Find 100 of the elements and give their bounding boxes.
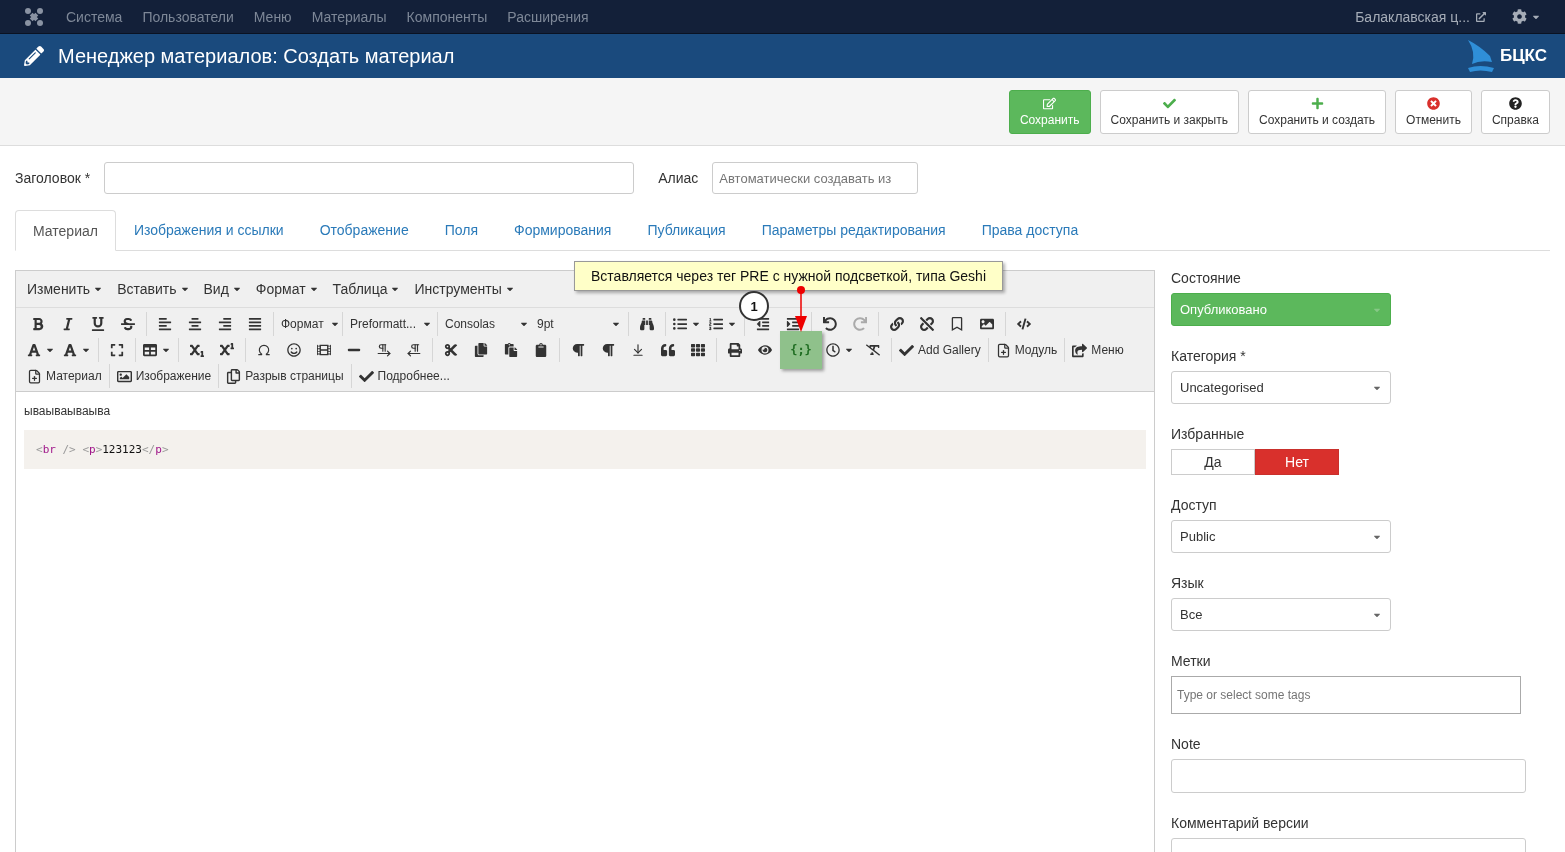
tab[interactable]: Права доступа — [963, 210, 1097, 250]
anchor-icon — [631, 343, 645, 357]
brand-name: БЦКС — [1499, 46, 1547, 66]
field-label: Комментарий версии — [1171, 815, 1310, 831]
tab[interactable]: Изображения и ссылки — [115, 210, 302, 250]
field-label: Алиас — [658, 170, 699, 186]
share-icon — [1072, 342, 1088, 358]
indent-icon — [786, 317, 800, 331]
tab[interactable]: Материал — [15, 210, 116, 251]
tab[interactable]: Поля — [426, 210, 496, 250]
editor-menu-item[interactable]: Таблица — [325, 281, 408, 297]
eye-icon — [758, 343, 772, 357]
pointer-arrow-tooltip — [795, 286, 807, 332]
pencil-icon — [24, 46, 44, 66]
bookmark-icon — [950, 317, 964, 331]
unlink-icon — [920, 317, 934, 331]
nav-menu-item[interactable]: Материалы — [301, 8, 397, 25]
toggle-option[interactable]: Да — [1171, 449, 1255, 475]
toolbar-button[interactable]: Материал — [23, 364, 106, 388]
help-icon — [1508, 96, 1522, 110]
clear-format-icon — [866, 343, 880, 357]
toolbar-action-button[interactable]: Справка — [1480, 89, 1550, 134]
select-field[interactable]: Uncategorised — [1171, 371, 1391, 404]
tab[interactable]: Параметры редактирования — [743, 210, 964, 250]
field-label: Note — [1171, 736, 1202, 752]
print-icon — [728, 343, 742, 357]
pilcrow-icon — [601, 343, 615, 357]
toolbar-action-button[interactable]: Отменить — [1395, 89, 1472, 134]
rtl-icon — [407, 343, 421, 357]
page-title: Менеджер материалов: Создать материал — [58, 44, 455, 68]
field-label: Язык — [1171, 575, 1205, 591]
bullet-list-icon — [673, 317, 687, 331]
editor-menu-item[interactable]: Изменить — [20, 281, 111, 297]
callout-tooltip: Вставляется через тег PRE с нужной подсветкой, типа Geshi — [574, 261, 1003, 291]
nav-menu-item[interactable]: Компоненты — [396, 8, 498, 25]
italic-icon — [61, 317, 75, 331]
quote-icon — [661, 343, 675, 357]
editor-menu-item[interactable]: Формат — [248, 281, 326, 297]
paragraph-text: ываываываыва — [24, 404, 112, 418]
tab[interactable]: Формирования — [496, 210, 630, 250]
toolbar-button[interactable]: Изображение — [112, 364, 216, 388]
select-field[interactable]: Все — [1171, 598, 1391, 631]
field-label: Состояние — [1171, 270, 1242, 286]
bold-icon — [31, 317, 45, 331]
image-icon — [116, 368, 132, 384]
binoculars-icon — [640, 317, 654, 331]
check-icon — [1162, 96, 1176, 110]
field-label: Избранные — [1171, 426, 1246, 442]
toolbar-button[interactable]: Разрыв страницы — [222, 364, 348, 388]
editor-menu-item[interactable]: Вид — [196, 281, 249, 297]
ltr-icon — [377, 343, 391, 357]
toolbar-action-button[interactable]: Сохранить и создать — [1248, 89, 1387, 134]
toolbar-dropdown[interactable]: 9pt — [533, 312, 625, 336]
nav-menu-item[interactable]: Расширения — [497, 8, 599, 25]
nav-menu-item[interactable]: Пользователи — [132, 8, 244, 25]
editor-menu-item[interactable]: Инструменты — [407, 281, 522, 297]
toolbar-button[interactable]: Меню — [1068, 338, 1128, 362]
input-field[interactable] — [1171, 759, 1526, 793]
field-label: Метки — [1171, 653, 1212, 669]
tab[interactable]: Отображение — [301, 210, 427, 250]
undo-icon — [823, 317, 837, 331]
text-color-icon — [27, 343, 41, 357]
clock-icon — [826, 343, 840, 357]
cancel-icon — [1427, 96, 1440, 110]
logo-icon[interactable] — [24, 6, 44, 27]
toolbar-action-button[interactable]: Сохранить и закрыть — [1099, 89, 1239, 134]
title-field[interactable] — [104, 162, 635, 194]
nav-menu-item[interactable]: Система — [56, 8, 133, 25]
subscript-icon — [190, 343, 204, 357]
strikethrough-icon — [121, 317, 135, 331]
site-link[interactable]: Балаклавская ц... — [1355, 8, 1486, 25]
redo-icon — [853, 317, 867, 331]
toolbar-button[interactable]: Модуль — [991, 338, 1062, 362]
tab[interactable]: Публикация — [629, 210, 744, 250]
image-icon — [980, 317, 994, 331]
outdent-icon — [756, 317, 770, 331]
clipboard-icon — [534, 343, 548, 357]
superscript-icon — [220, 343, 234, 357]
field-label: Категория * — [1171, 348, 1247, 364]
highlight-color-icon — [63, 343, 77, 357]
edit-icon — [1043, 96, 1057, 110]
toolbar-button[interactable]: Add Gallery — [895, 338, 985, 362]
toolbar-dropdown[interactable]: Preformatt... — [346, 312, 434, 336]
tags-field[interactable]: Type or select some tags — [1171, 676, 1521, 714]
alias-field[interactable]: Автоматически создавать из — [712, 162, 919, 194]
settings-menu-button[interactable] — [1512, 9, 1541, 24]
toolbar-dropdown[interactable]: Consolas — [441, 312, 533, 336]
template-icon — [691, 343, 705, 357]
toolbar-dropdown[interactable]: Формат — [277, 312, 339, 336]
select-field[interactable]: Public — [1171, 520, 1391, 553]
align-justify-icon — [248, 317, 262, 331]
sail-icon — [1465, 38, 1496, 74]
nav-menu-item[interactable]: Меню — [243, 8, 302, 25]
toggle-option[interactable]: Нет — [1255, 449, 1339, 475]
external-link-icon — [1476, 11, 1486, 22]
editor-menu-item[interactable]: Вставить — [110, 281, 197, 297]
omega-icon — [257, 343, 271, 357]
toolbar-button[interactable]: Подробнее... — [354, 364, 454, 388]
table-icon — [143, 343, 157, 357]
fullscreen-icon — [110, 343, 124, 357]
